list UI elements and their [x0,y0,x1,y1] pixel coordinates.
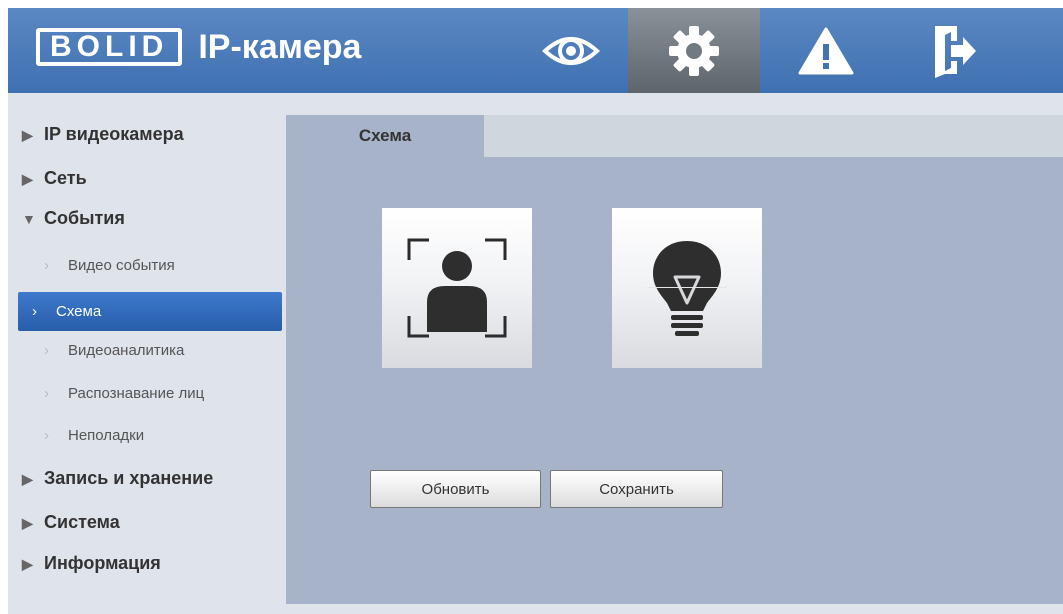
chevron-right-icon: › [44,385,49,402]
sidebar-section-info[interactable]: ▶ Информация [22,550,161,576]
logo: BOLID IP-камера [36,28,361,66]
tab-scheme[interactable]: Схема [286,115,484,157]
sidebar-section-label: Информация [44,553,161,573]
sidebar-item-label: Видеоаналитика [68,342,185,359]
live-view-button[interactable] [505,8,637,93]
sidebar: ▶ IP видеокамера ▶ Сеть ▼ События › Видео со… [8,93,285,614]
triangle-right-icon: ▶ [22,471,33,487]
chevron-right-icon: › [32,303,37,320]
chevron-right-icon: › [44,257,49,274]
face-detection-tile[interactable] [382,208,532,368]
logout-icon [935,25,976,78]
sidebar-item-scheme[interactable]: › Схема [18,292,282,331]
gear-icon [669,25,719,76]
sidebar-item-faults[interactable]: › Неполадки [18,418,282,454]
sidebar-item-label: Распознавание лиц [68,385,205,402]
header-bar: BOLID IP-камера [8,8,1063,93]
sidebar-item-label: Неполадки [68,427,145,444]
eye-icon [542,36,600,65]
save-button[interactable]: Сохранить [550,470,723,508]
triangle-down-icon: ▼ [22,211,36,227]
sidebar-item-video-analytics[interactable]: › Видеоаналитика [18,333,282,369]
sidebar-section-system[interactable]: ▶ Система [22,509,120,535]
refresh-button[interactable]: Обновить [370,470,541,508]
sidebar-item-video-events[interactable]: › Видео события [18,248,282,284]
triangle-right-icon: ▶ [22,127,33,143]
triangle-right-icon: ▶ [22,556,33,572]
chevron-right-icon: › [44,427,49,444]
sidebar-item-label: Видео события [68,257,175,274]
sidebar-item-label: Схема [56,303,102,320]
lightbulb-icon [647,241,727,336]
sidebar-item-face-recognition[interactable]: › Распознавание лиц [18,376,282,412]
sidebar-section-label: События [44,208,125,228]
app-title: IP-камера [198,28,362,66]
warning-icon [798,27,854,74]
alarm-button[interactable] [760,8,892,93]
sidebar-section-events[interactable]: ▼ События [22,205,125,231]
sidebar-section-recording[interactable]: ▶ Запись и хранение [22,465,213,491]
triangle-right-icon: ▶ [22,515,33,531]
triangle-right-icon: ▶ [22,171,33,187]
tab-bar: Схема [286,115,1063,157]
face-detection-icon [407,238,507,338]
lightbulb-tile[interactable] [612,208,762,368]
chevron-right-icon: › [44,342,49,359]
settings-button[interactable] [628,8,760,93]
sidebar-section-network[interactable]: ▶ Сеть [22,165,87,191]
logout-button[interactable] [888,8,1020,93]
sidebar-section-ip-camera[interactable]: ▶ IP видеокамера [22,121,184,147]
sidebar-section-label: IP видеокамера [44,124,184,144]
sidebar-section-label: Система [44,512,120,532]
logo-mark: BOLID [36,28,183,66]
sidebar-section-label: Запись и хранение [44,468,214,488]
sidebar-section-label: Сеть [44,168,87,188]
app-window: BOLID IP-камера ▶ IP видеокамера ▶ Сеть … [8,8,1063,614]
